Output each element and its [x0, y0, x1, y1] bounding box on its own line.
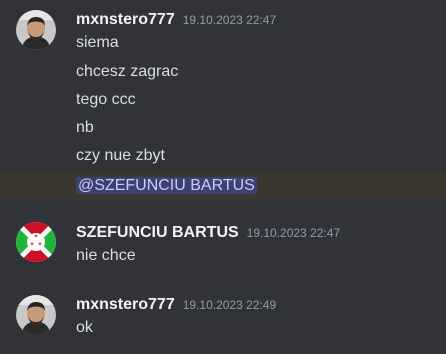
message-text: tego ccc — [76, 91, 136, 108]
message-text: czy nue zbyt — [76, 147, 165, 164]
user-mention[interactable]: @SZEFUNCIU BARTUS — [76, 177, 257, 194]
person-avatar-icon — [16, 10, 56, 50]
avatar[interactable] — [16, 295, 56, 335]
message-header: mxnstero777 19.10.2023 22:47 — [76, 9, 276, 31]
message-text: chcesz zagrac — [76, 63, 179, 80]
svg-text:✶: ✶ — [37, 241, 42, 248]
message-header: SZEFUNCIU BARTUS 19.10.2023 22:47 — [76, 222, 340, 244]
username[interactable]: SZEFUNCIU BARTUS — [76, 222, 239, 244]
burundi-flag-avatar-icon: ✶ ✶ ✶ — [16, 222, 56, 262]
chat-messages: mxnstero777 19.10.2023 22:47 siema chces… — [0, 0, 446, 354]
avatar[interactable]: ✶ ✶ ✶ — [16, 222, 56, 262]
username[interactable]: mxnstero777 — [76, 9, 175, 31]
message-text: ok — [76, 319, 93, 336]
message-header: mxnstero777 19.10.2023 22:49 — [76, 294, 276, 316]
person-avatar-icon — [16, 295, 56, 335]
svg-text:✶: ✶ — [29, 241, 34, 248]
username[interactable]: mxnstero777 — [76, 294, 175, 316]
message-text: nb — [76, 119, 94, 136]
timestamp: 19.10.2023 22:47 — [246, 226, 341, 240]
svg-text:✶: ✶ — [33, 233, 38, 240]
avatar[interactable] — [16, 10, 56, 50]
timestamp: 19.10.2023 22:49 — [182, 298, 277, 312]
timestamp: 19.10.2023 22:47 — [182, 13, 277, 27]
message-text: nie chce — [76, 247, 136, 264]
message-text: siema — [76, 34, 119, 51]
message-text: @SZEFUNCIU BARTUS — [76, 175, 257, 197]
